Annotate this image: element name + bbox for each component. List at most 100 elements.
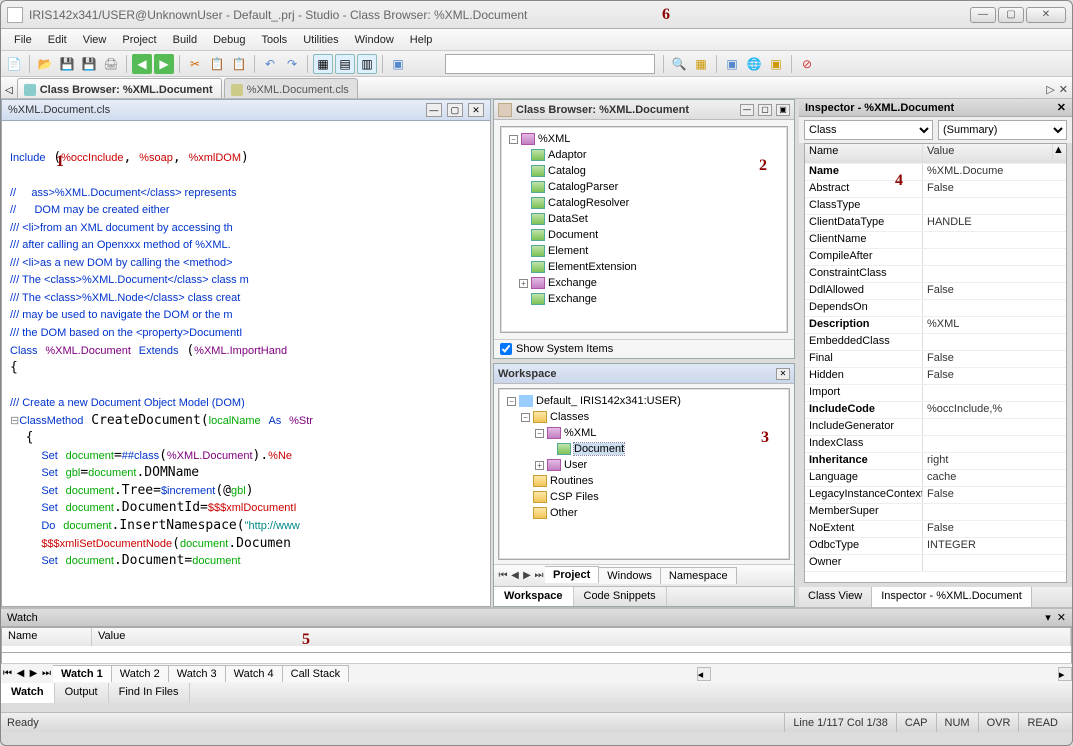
inspector-row[interactable]: ClientName: [805, 232, 1066, 249]
ws-root[interactable]: Default_ IRIS142x341:USER): [536, 395, 681, 407]
inspector-row[interactable]: ConstraintClass: [805, 266, 1066, 283]
tree-item[interactable]: Adaptor: [548, 149, 587, 161]
tree-item[interactable]: ElementExtension: [548, 261, 637, 273]
find-icon[interactable]: 🔍: [669, 54, 689, 74]
open-icon[interactable]: 📂: [35, 54, 55, 74]
save-icon[interactable]: 💾: [57, 54, 77, 74]
inspector-row[interactable]: AbstractFalse: [805, 181, 1066, 198]
inspector-row[interactable]: ClientDataTypeHANDLE: [805, 215, 1066, 232]
collapse-icon[interactable]: −: [535, 429, 544, 438]
paste-icon[interactable]: 📋: [229, 54, 249, 74]
tree-item[interactable]: CatalogParser: [548, 181, 618, 193]
inspector-row[interactable]: HiddenFalse: [805, 368, 1066, 385]
hscroll-right-icon[interactable]: ▸: [1058, 667, 1072, 681]
last-icon[interactable]: ⏭: [40, 668, 53, 679]
wstab-namespace[interactable]: Namespace: [661, 567, 737, 584]
editor-min-button[interactable]: —: [426, 103, 442, 117]
watch-tab-2[interactable]: Watch 2: [112, 665, 169, 682]
last-icon[interactable]: ⏭: [533, 570, 545, 581]
panel-close-button[interactable]: ✕: [776, 368, 790, 380]
wstab-project[interactable]: Project: [545, 566, 599, 583]
tree-item[interactable]: Catalog: [548, 165, 586, 177]
tree-subpkg[interactable]: Exchange: [548, 277, 597, 289]
inspector-col-value[interactable]: Value: [923, 144, 1052, 163]
class-browser-tree[interactable]: 2 −%XML Adaptor Catalog CatalogParser Ca…: [500, 126, 788, 333]
panel-max-button[interactable]: ▢: [758, 104, 772, 116]
saveall-icon[interactable]: 💾: [79, 54, 99, 74]
scroll-right-icon[interactable]: ▷: [1046, 83, 1054, 96]
inspector-row[interactable]: Import: [805, 385, 1066, 402]
print-icon[interactable]: 🖨: [101, 54, 121, 74]
editor-max-button[interactable]: ▢: [447, 103, 463, 117]
copy-icon[interactable]: 📋: [207, 54, 227, 74]
menu-view[interactable]: View: [75, 31, 115, 49]
undo-icon[interactable]: ↶: [260, 54, 280, 74]
btab-snippets[interactable]: Code Snippets: [574, 587, 667, 606]
tab-class-browser[interactable]: Class Browser: %XML.Document: [17, 78, 222, 98]
menu-tools[interactable]: Tools: [254, 31, 296, 49]
outtab-find[interactable]: Find In Files: [109, 683, 190, 703]
cascade-icon[interactable]: ▣: [388, 54, 408, 74]
watch-tab-4[interactable]: Watch 4: [226, 665, 283, 682]
menu-debug[interactable]: Debug: [205, 31, 253, 49]
inspector-head[interactable]: Inspector - %XML.Document ✕: [799, 99, 1072, 117]
globe-icon[interactable]: 🌐: [744, 54, 764, 74]
watch-tab-1[interactable]: Watch 1: [53, 665, 112, 682]
forward-icon[interactable]: ▶: [154, 54, 174, 74]
panel-dock-button[interactable]: ▣: [776, 104, 790, 116]
inspector-row[interactable]: CompileAfter: [805, 249, 1066, 266]
inspector-combo-summary[interactable]: (Summary): [938, 120, 1067, 140]
menu-utilities[interactable]: Utilities: [295, 31, 346, 49]
ws-user[interactable]: User: [564, 459, 587, 471]
menu-window[interactable]: Window: [347, 31, 402, 49]
btab-workspace[interactable]: Workspace: [494, 587, 574, 606]
ws-xml[interactable]: %XML: [564, 427, 596, 439]
inspector-row[interactable]: Name%XML.Docume: [805, 164, 1066, 181]
inspector-row[interactable]: MemberSuper: [805, 504, 1066, 521]
close-button[interactable]: ✕: [1026, 7, 1066, 23]
inspector-row[interactable]: ClassType: [805, 198, 1066, 215]
watch-col-name[interactable]: Name: [2, 628, 92, 646]
wstab-windows[interactable]: Windows: [599, 567, 661, 584]
inspector-combo-class[interactable]: Class: [804, 120, 933, 140]
watch-col-value[interactable]: Value: [92, 628, 1071, 646]
inspector-row[interactable]: Inheritanceright: [805, 453, 1066, 470]
tree-item[interactable]: Element: [548, 245, 588, 257]
menu-help[interactable]: Help: [402, 31, 441, 49]
inspector-row[interactable]: Languagecache: [805, 470, 1066, 487]
hscroll-left-icon[interactable]: ◂: [697, 667, 711, 681]
collapse-icon[interactable]: −: [507, 397, 516, 406]
inspector-row[interactable]: FinalFalse: [805, 351, 1066, 368]
ws-classes[interactable]: Classes: [550, 411, 589, 423]
redo-icon[interactable]: ↷: [282, 54, 302, 74]
expand-icon[interactable]: +: [535, 461, 544, 470]
watch-empty-row[interactable]: [1, 653, 1072, 663]
inspector-row[interactable]: Owner: [805, 555, 1066, 572]
minimize-button[interactable]: —: [970, 7, 996, 23]
first-icon[interactable]: ⏮: [497, 570, 509, 581]
watch-dropdown-icon[interactable]: ▾: [1045, 611, 1051, 624]
inspector-row[interactable]: Description%XML: [805, 317, 1066, 334]
inspector-row[interactable]: NoExtentFalse: [805, 521, 1066, 538]
menu-build[interactable]: Build: [165, 31, 205, 49]
ws-routines[interactable]: Routines: [550, 475, 593, 487]
toggle3-icon[interactable]: ▥: [357, 54, 377, 74]
ws-document[interactable]: Document: [574, 443, 624, 455]
toggle2-icon[interactable]: ▤: [335, 54, 355, 74]
find-combo[interactable]: [445, 54, 655, 74]
inspector-row[interactable]: IndexClass: [805, 436, 1066, 453]
watch-grid[interactable]: Name Value 5: [1, 627, 1072, 653]
watch-tab-callstack[interactable]: Call Stack: [283, 665, 350, 682]
outtab-watch[interactable]: Watch: [1, 683, 55, 703]
prev-icon[interactable]: ◀: [509, 570, 521, 581]
inspector-grid[interactable]: 4 Name Value ▲ Name%XML.DocumeAbstractFa…: [804, 143, 1067, 583]
collapse-icon[interactable]: −: [509, 135, 518, 144]
stop-icon[interactable]: ⊘: [797, 54, 817, 74]
cut-icon[interactable]: ✂: [185, 54, 205, 74]
tab-document-cls[interactable]: %XML.Document.cls: [224, 78, 358, 98]
scroll-left-icon[interactable]: ◁: [5, 85, 17, 98]
code-editor[interactable]: 1Include (%occInclude, %soap, %xmlDOM) /…: [1, 121, 491, 607]
expand-icon[interactable]: +: [519, 279, 528, 288]
inspector-row[interactable]: IncludeCode%occInclude,%: [805, 402, 1066, 419]
inspector-row[interactable]: EmbeddedClass: [805, 334, 1066, 351]
